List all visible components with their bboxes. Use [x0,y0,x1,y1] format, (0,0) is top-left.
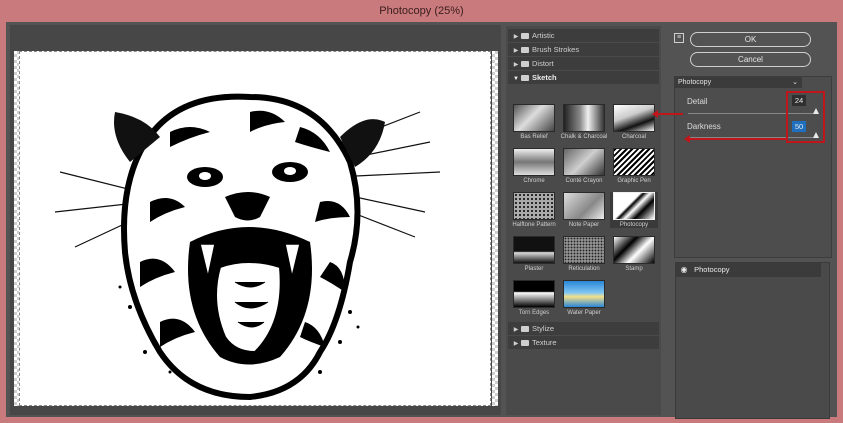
annotation-highlight-box [786,91,825,143]
filter-label: Bas Relief [520,134,548,140]
tiger-photocopy-preview [20,52,490,405]
chevron-down-icon: ⌄ [792,79,798,86]
effect-layer-row[interactable]: ◉ Photocopy [676,263,821,277]
filter-thumb-chrome[interactable]: Chrome [510,148,558,184]
filter-label: Stamp [625,266,643,272]
filter-label: Conté Crayon [565,178,603,184]
filter-gallery-list[interactable]: ▶ Artistic ▶ Brush Strokes ▶ Distort ▼ Sketc… [506,26,661,415]
filter-gallery-dialog: ▶ Artistic ▶ Brush Strokes ▶ Distort ▼ Sketc… [6,22,837,419]
filter-label: Halftone Pattern [512,222,556,228]
filter-thumb-reticulation[interactable]: Reticulation [560,236,608,272]
preview-area[interactable] [10,25,501,415]
filter-settings: ≡ OK Cancel Photocopy ⌄ Detail 24 Darkne… [652,22,837,419]
filter-label: Graphic Pen [617,178,651,184]
folder-label: Stylize [532,324,555,333]
filter-thumb-torn-edges[interactable]: Torn Edges [510,280,558,316]
collapse-gallery-button[interactable]: ≡ [674,33,684,43]
folder-distort[interactable]: ▶ Distort [508,57,659,70]
folder-icon [521,47,529,54]
annotation-arrow-detail [652,110,683,118]
filter-thumb-chalk-charcoal[interactable]: Chalk & Charcoal [560,104,608,140]
folder-label: Distort [532,59,554,68]
transparency-checker-right [492,51,498,406]
filter-thumb-graphic-pen[interactable]: Graphic Pen [610,148,658,184]
filter-label: Photocopy [619,222,649,228]
filter-label: Charcoal [621,134,646,140]
filter-thumb-note-paper[interactable]: Note Paper [560,192,608,228]
filter-thumb-water-paper[interactable]: Water Paper [560,280,608,316]
cancel-button[interactable]: Cancel [690,52,811,67]
filter-thumb-charcoal[interactable]: Charcoal [610,104,658,140]
effect-layers-panel: ◉ Photocopy [675,262,830,419]
window-title: Photocopy (25%) [379,5,464,17]
filter-label: Chrome [523,178,545,184]
filter-select-dropdown[interactable]: Photocopy ⌄ [674,77,802,88]
filter-thumb-plaster[interactable]: Plaster [510,236,558,272]
filter-thumb-bas-relief[interactable]: Bas Relief [510,104,558,140]
folder-icon [521,326,529,333]
expand-arrow-icon: ▶ [513,341,519,347]
folder-sketch[interactable]: ▼ Sketch [508,71,659,84]
ok-button[interactable]: OK [690,32,811,47]
preview-canvas[interactable] [19,51,491,406]
filter-label: Reticulation [568,266,600,272]
folder-artistic[interactable]: ▶ Artistic [508,29,659,42]
effect-layer-label: Photocopy [694,265,730,274]
filter-label: Water Paper [567,310,601,316]
filter-label: Torn Edges [518,310,550,316]
select-value: Photocopy [678,79,712,86]
filter-label: Plaster [524,266,544,272]
darkness-label: Darkness [687,122,721,131]
eye-visibility-icon[interactable]: ◉ [676,263,692,277]
filter-thumb-stamp[interactable]: Stamp [610,236,658,272]
filter-thumb-conte-crayon[interactable]: Conté Crayon [560,148,608,184]
annotation-arrow-darkness [684,135,786,143]
folder-stylize[interactable]: ▶ Stylize [508,322,659,335]
detail-label: Detail [687,97,708,106]
folder-brush-strokes[interactable]: ▶ Brush Strokes [508,43,659,56]
folder-icon [521,340,529,347]
window-titlebar: Photocopy (25%) [0,0,843,22]
folder-label: Brush Strokes [532,45,580,54]
folder-label: Artistic [532,31,555,40]
folder-icon [521,61,529,68]
filter-label: Note Paper [568,222,600,228]
collapse-arrow-icon: ▼ [513,76,519,82]
folder-label: Texture [532,338,557,347]
folder-label: Sketch [532,73,557,82]
filter-thumb-halftone-pattern[interactable]: Halftone Pattern [510,192,558,228]
folder-texture[interactable]: ▶ Texture [508,336,659,349]
open-folder-icon [521,75,529,82]
filter-label: Chalk & Charcoal [560,134,608,140]
folder-icon [521,33,529,40]
filter-thumb-photocopy[interactable]: Photocopy [610,192,658,228]
